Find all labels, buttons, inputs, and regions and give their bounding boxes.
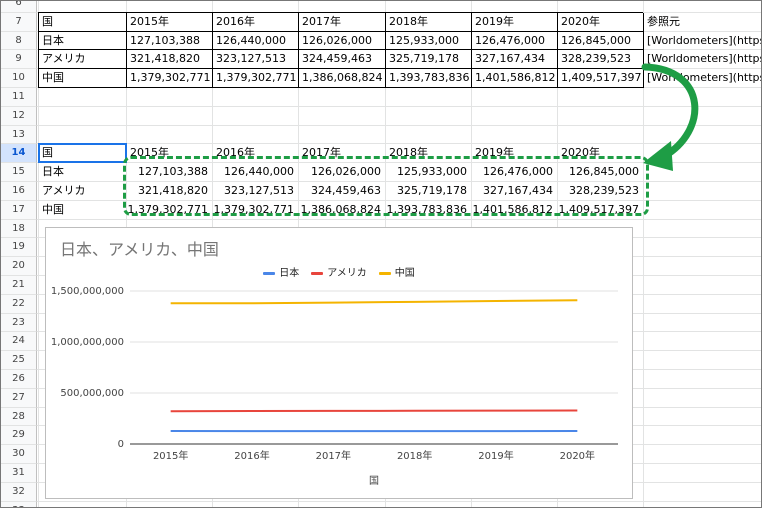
series-line-2: [170, 299, 578, 305]
header-cell[interactable]: 2017年: [302, 13, 341, 31]
table-border: [38, 30, 643, 32]
copied-range-highlight: [123, 156, 649, 216]
value-cell[interactable]: 126,476,000: [475, 32, 545, 50]
table-border: [212, 12, 213, 88]
value-cell[interactable]: 125,933,000: [389, 32, 459, 50]
row-header-22[interactable]: 22: [1, 294, 37, 314]
row-header-24[interactable]: 24: [1, 332, 37, 352]
country-cell[interactable]: 日本: [42, 32, 64, 50]
y-tick-label: 0: [118, 439, 124, 450]
x-tick-label: 2017年: [316, 449, 351, 462]
x-tick-label: 2018年: [397, 449, 432, 462]
value-cell[interactable]: 325,719,178: [389, 50, 459, 68]
value-cell[interactable]: 1,401,586,812: [475, 69, 555, 87]
header-cell[interactable]: 2016年: [216, 13, 255, 31]
header-cell[interactable]: 国: [42, 13, 53, 31]
value-cell[interactable]: 1,379,302,771: [130, 69, 210, 87]
header-cell[interactable]: 2020年: [561, 13, 600, 31]
row-header-21[interactable]: 21: [1, 276, 37, 295]
row-header-25[interactable]: 25: [1, 351, 37, 370]
table-border: [38, 12, 39, 88]
header-cell[interactable]: 参照元: [647, 13, 680, 31]
row-header-18[interactable]: 18: [1, 219, 37, 239]
row-header-7[interactable]: 7: [1, 12, 37, 32]
value-cell[interactable]: 126,845,000: [561, 32, 631, 50]
country-cell[interactable]: 中国: [42, 69, 64, 87]
value-cell[interactable]: 127,103,388: [130, 32, 200, 50]
row-header-12[interactable]: 12: [1, 106, 37, 126]
y-tick-label: 1,500,000,000: [51, 286, 124, 297]
row-header-19[interactable]: 19: [1, 238, 37, 258]
x-tick-label: 2019年: [478, 449, 513, 462]
row-header-23[interactable]: 23: [1, 313, 37, 333]
y-tick-label: 1,000,000,000: [51, 337, 124, 348]
value-cell[interactable]: 324,459,463: [302, 50, 372, 68]
row-header-9[interactable]: 9: [1, 50, 37, 70]
header-cell[interactable]: 2018年: [389, 13, 428, 31]
value-cell[interactable]: 328,239,523: [561, 50, 631, 68]
value-cell[interactable]: 1,409,517,397: [561, 69, 641, 87]
row-header-8[interactable]: 8: [1, 31, 37, 51]
country-cell[interactable]: 中国: [42, 201, 64, 219]
table-border: [38, 68, 643, 70]
x-tick-label: 2015年: [153, 449, 188, 462]
row-header-27[interactable]: 27: [1, 388, 37, 408]
selected-cell[interactable]: [38, 143, 127, 164]
row-header-31[interactable]: 31: [1, 464, 37, 483]
table-border: [557, 12, 558, 88]
table-border: [471, 12, 472, 88]
row-header-13[interactable]: 13: [1, 125, 37, 145]
row-header-28[interactable]: 28: [1, 407, 37, 427]
row-header-29[interactable]: 29: [1, 426, 37, 446]
x-axis-label: 国: [369, 475, 379, 487]
value-cell[interactable]: 323,127,513: [216, 50, 286, 68]
row-header-11[interactable]: 11: [1, 88, 37, 107]
value-cell[interactable]: 321,418,820: [130, 50, 200, 68]
chart-plot: 0 500,000,000 1,000,000,000 1,500,000,000 20…: [51, 286, 618, 487]
row-header-33[interactable]: 33: [1, 501, 37, 507]
row-header-14[interactable]: 14: [1, 144, 37, 164]
value-cell[interactable]: 1,379,302,771: [216, 69, 296, 87]
table-border: [38, 11, 643, 13]
row-header-26[interactable]: 26: [1, 370, 37, 389]
value-cell[interactable]: 1,393,783,836: [389, 69, 469, 87]
value-cell[interactable]: 126,440,000: [216, 32, 286, 50]
country-cell[interactable]: アメリカ: [42, 50, 85, 68]
header-cell[interactable]: 2019年: [475, 13, 514, 31]
row-header-15[interactable]: 15: [1, 163, 37, 182]
value-cell[interactable]: 1,386,068,824: [302, 69, 382, 87]
row-header-10[interactable]: 10: [1, 69, 37, 88]
country-cell[interactable]: 日本: [42, 163, 64, 181]
line-chart[interactable]: 日本、アメリカ、中国 日本 アメリカ 中国 0 500,000,000 1,000,00…: [45, 227, 633, 499]
x-tick-label: 2020年: [560, 449, 595, 462]
country-cell[interactable]: アメリカ: [42, 182, 85, 200]
series-line-1: [170, 409, 578, 413]
row-header-30[interactable]: 30: [1, 445, 37, 464]
table-border: [298, 12, 299, 88]
row-header-16[interactable]: 16: [1, 182, 37, 201]
row-header-20[interactable]: 20: [1, 257, 37, 276]
table-border: [126, 12, 127, 88]
spreadsheet-window: 6 7 8 9 10 11 12 13 14 15 16 17 18 19 20 21 22 23 24 25 26 27…: [0, 0, 762, 508]
green-arrow-icon: [641, 63, 699, 171]
row-header-17[interactable]: 17: [1, 200, 37, 220]
y-tick-label: 500,000,000: [60, 388, 124, 399]
source-cell[interactable]: [Worldometers](https://: [647, 32, 761, 50]
table-border: [38, 49, 643, 51]
header-cell[interactable]: 2015年: [130, 13, 169, 31]
row-header-32[interactable]: 32: [1, 482, 37, 502]
table-border: [385, 12, 386, 88]
value-cell[interactable]: 126,026,000: [302, 32, 372, 50]
table-border: [38, 87, 643, 88]
value-cell[interactable]: 327,167,434: [475, 50, 545, 68]
row-header-6[interactable]: 6: [1, 1, 37, 13]
x-tick-label: 2016年: [234, 449, 269, 462]
sheet-row: [37, 502, 761, 507]
